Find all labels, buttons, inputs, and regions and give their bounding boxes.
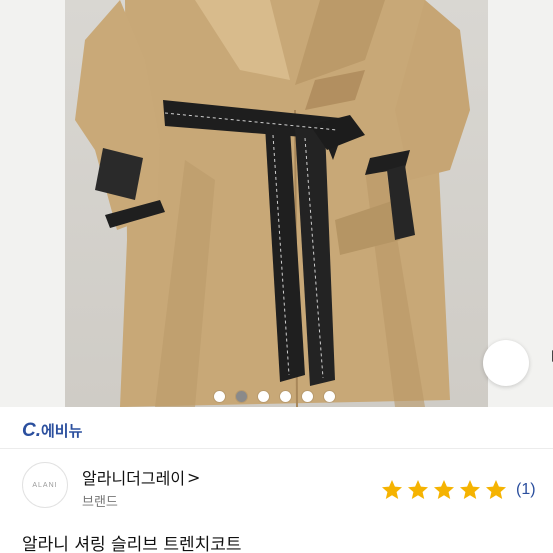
brand-name: 알라니더그레이 [82, 469, 186, 488]
product-title: 알라니 셔링 슬리브 트렌치코트 [22, 535, 242, 553]
share-button[interactable] [483, 340, 553, 386]
product-image-carousel[interactable] [0, 0, 553, 407]
carousel-dot[interactable] [280, 390, 291, 402]
store-tag[interactable]: C. 에비뉴 [22, 420, 82, 444]
brand-name-link[interactable]: 알라니더그레이 > [82, 465, 200, 489]
carousel-dot[interactable] [258, 390, 269, 402]
trench-coat-product-photo [75, 0, 470, 407]
star-icon [408, 480, 428, 499]
share-icon [552, 350, 553, 362]
star-icon [382, 480, 402, 499]
store-tag-label: 에비뉴 [41, 423, 83, 440]
star-icon [460, 480, 480, 499]
brand-sub-label: 브랜드 [82, 495, 118, 510]
chevron-right-icon: > [187, 467, 201, 487]
carousel-indicator[interactable] [214, 390, 335, 402]
store-tag-prefix: C. [22, 420, 41, 441]
brand-logo[interactable]: ALANI [22, 462, 68, 508]
star-icon [434, 480, 454, 499]
carousel-dot[interactable] [214, 390, 225, 402]
review-count: (1) [516, 481, 536, 498]
section-divider [0, 448, 553, 449]
brand-logo-text: ALANI [32, 481, 58, 489]
carousel-dot[interactable] [324, 390, 335, 402]
star-icon [486, 480, 506, 499]
carousel-dot[interactable] [302, 390, 313, 402]
carousel-dot[interactable] [236, 390, 247, 402]
rating-summary[interactable]: (1) [380, 478, 536, 502]
